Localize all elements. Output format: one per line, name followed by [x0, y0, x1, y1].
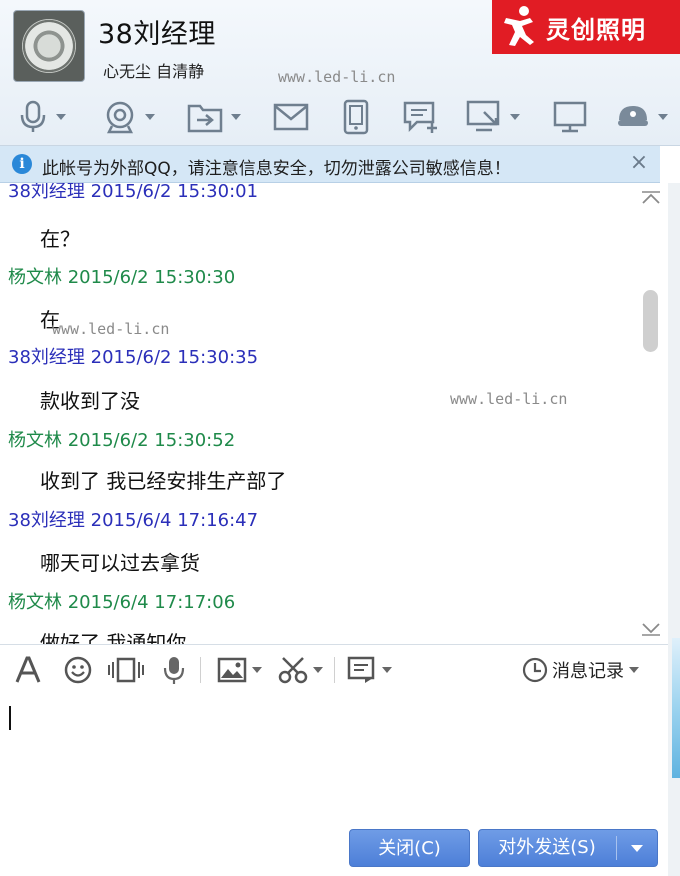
message-sender: 杨文林: [8, 592, 62, 613]
message-time: 2015/6/2 15:30:01: [90, 183, 259, 202]
voice-message-button[interactable]: [162, 655, 186, 685]
message-sender: 38刘经理: [8, 510, 85, 531]
message-text: 在？: [40, 227, 80, 251]
more-apps-button[interactable]: [616, 95, 668, 139]
mail-icon: [273, 103, 309, 131]
watermark-text: www.led-li.cn: [450, 390, 568, 408]
microphone-icon: [20, 100, 46, 132]
font-button[interactable]: [14, 655, 42, 685]
screenshot-button[interactable]: [278, 655, 323, 685]
message-time: 2015/6/2 15:30:52: [67, 430, 236, 451]
contact-avatar[interactable]: [13, 10, 85, 82]
chevron-down-icon[interactable]: [510, 114, 520, 120]
brand-logo: 灵创照明: [492, 0, 680, 54]
screen-share-icon: [553, 101, 587, 133]
remote-assist-button[interactable]: [466, 95, 520, 139]
police-cap-icon: [618, 106, 648, 126]
message-text: 收到了 我已经安排生产部了: [40, 469, 287, 493]
chevron-down-icon[interactable]: [252, 667, 262, 673]
message-time: 2015/6/4 17:17:06: [67, 592, 236, 613]
contact-name[interactable]: 38刘经理: [98, 12, 216, 51]
security-notice-bar: i 此帐号为外部QQ，请注意信息安全，切勿泄露公司敏感信息！ ×: [0, 146, 660, 183]
send-button-group: 对外发送(S): [478, 829, 658, 867]
message-time: 2015/6/2 15:30:30: [67, 267, 236, 288]
scroll-down-icon[interactable]: [640, 622, 662, 638]
message-time: 2015/6/4 17:16:47: [90, 510, 259, 531]
message-text: 款收到了没: [40, 389, 140, 413]
watermark-text: www.led-li.cn: [52, 320, 170, 338]
clock-icon: [522, 657, 548, 683]
chevron-down-icon[interactable]: [231, 114, 241, 120]
message-header: 38刘经理 2015/6/2 15:30:01: [8, 183, 258, 203]
brand-runner-icon: [504, 6, 534, 46]
send-button[interactable]: 对外发送(S): [479, 830, 615, 866]
message-history[interactable]: 38刘经理 2015/6/2 15:30:01 在？ 杨文林 2015/6/2 …: [0, 183, 668, 644]
message-header: 杨文林 2015/6/2 15:30:30: [8, 263, 235, 289]
message-sender: 38刘经理: [8, 347, 85, 368]
shake-window-button[interactable]: [108, 655, 144, 685]
scissors-icon: [278, 657, 308, 684]
chevron-down-icon[interactable]: [56, 114, 66, 120]
emoji-button[interactable]: [64, 655, 92, 685]
chevron-down-icon[interactable]: [145, 114, 155, 120]
file-transfer-button[interactable]: [187, 95, 241, 139]
font-icon: [15, 656, 41, 683]
message-header: 杨文林 2015/6/2 15:30:52: [8, 426, 235, 452]
send-options-button[interactable]: [617, 830, 657, 866]
message-time: 2015/6/2 15:30:35: [90, 347, 259, 368]
message-header: 38刘经理 2015/6/2 15:30:35: [8, 343, 258, 369]
chevron-down-icon[interactable]: [629, 667, 639, 673]
voice-call-button[interactable]: [18, 95, 66, 139]
toolbar-divider: [200, 657, 201, 683]
scroll-up-icon[interactable]: [640, 189, 662, 205]
chevron-down-icon[interactable]: [313, 667, 323, 673]
chevron-down-icon[interactable]: [382, 667, 392, 673]
info-icon: i: [12, 154, 32, 174]
message-header: 杨文林 2015/6/4 17:17:06: [8, 588, 235, 614]
more-tools-button[interactable]: [347, 655, 392, 685]
chevron-down-icon: [631, 845, 643, 852]
remote-desktop-icon: [466, 100, 500, 132]
window-edge: [668, 183, 680, 876]
send-image-button[interactable]: [217, 655, 262, 685]
chevron-down-icon[interactable]: [658, 114, 668, 120]
chat-window-header: 38刘经理 心无尘 自清静 www.led-li.cn 灵创照明: [0, 0, 680, 146]
voice-message-icon: [163, 657, 185, 684]
message-text: 哪天可以过去拿货: [40, 551, 200, 575]
message-sender: 杨文林: [8, 430, 62, 451]
toolbar-divider: [334, 657, 335, 683]
new-message-icon: [403, 101, 437, 133]
brand-name: 灵创照明: [546, 16, 646, 44]
contact-signature: 心无尘 自清静: [103, 62, 205, 81]
message-sender: 杨文林: [8, 267, 62, 288]
scrollbar-thumb[interactable]: [643, 290, 658, 352]
email-button[interactable]: [273, 95, 309, 139]
input-toolbar: 消息记录: [0, 644, 668, 697]
shake-window-icon: [108, 657, 144, 683]
text-cursor: [9, 706, 11, 730]
message-text: 做好了 我通知你: [40, 631, 187, 644]
screen-share-button[interactable]: [553, 95, 587, 139]
security-notice-text: 此帐号为外部QQ，请注意信息安全，切勿泄露公司敏感信息！: [42, 159, 511, 179]
message-history-label: 消息记录: [552, 661, 624, 682]
close-button[interactable]: 关闭(C): [349, 829, 470, 867]
image-icon: [217, 657, 247, 683]
main-toolbar: [0, 95, 680, 141]
message-sender: 38刘经理: [8, 183, 85, 202]
message-header: 38刘经理 2015/6/4 17:16:47: [8, 506, 258, 532]
send-to-phone-button[interactable]: [343, 95, 369, 139]
watermark-text: www.led-li.cn: [278, 68, 396, 86]
emoji-icon: [64, 656, 92, 684]
video-call-button[interactable]: [103, 95, 155, 139]
message-history-button[interactable]: 消息记录: [522, 655, 639, 685]
file-transfer-icon: [187, 104, 223, 133]
mobile-phone-icon: [343, 99, 369, 135]
screenshot-menu-icon: [347, 656, 375, 683]
close-icon[interactable]: ×: [628, 152, 650, 174]
video-camera-icon: [106, 101, 134, 134]
new-discussion-button[interactable]: [403, 95, 439, 139]
